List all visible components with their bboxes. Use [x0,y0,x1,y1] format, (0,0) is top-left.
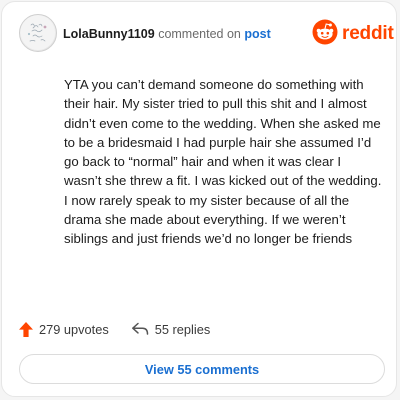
username-link[interactable]: LolaBunny1109 [63,27,155,41]
reply-arrow-icon [131,322,149,336]
comment-card: LolaBunny1109 commented on post reddit Y… [1,1,397,397]
upvote-count: 279 upvotes [39,321,109,337]
comment-header: LolaBunny1109 commented on post [63,26,271,42]
reply-count: 55 replies [154,321,211,337]
user-avatar[interactable] [19,14,57,52]
commented-on-text: commented on [158,27,241,41]
upvote-arrow-icon[interactable] [18,321,34,338]
reddit-wordmark: reddit [342,23,394,44]
avatar-image [21,16,55,50]
reddit-logo[interactable]: reddit [312,19,394,50]
view-comments-button[interactable]: View 55 comments [19,354,385,384]
reddit-snoo-icon [312,19,338,50]
post-link[interactable]: post [244,27,270,41]
reply-button[interactable]: 55 replies [131,321,211,337]
comment-text: YTA you can’t demand someone do somethin… [64,77,382,247]
comment-actions: 279 upvotes 55 replies [18,319,210,339]
